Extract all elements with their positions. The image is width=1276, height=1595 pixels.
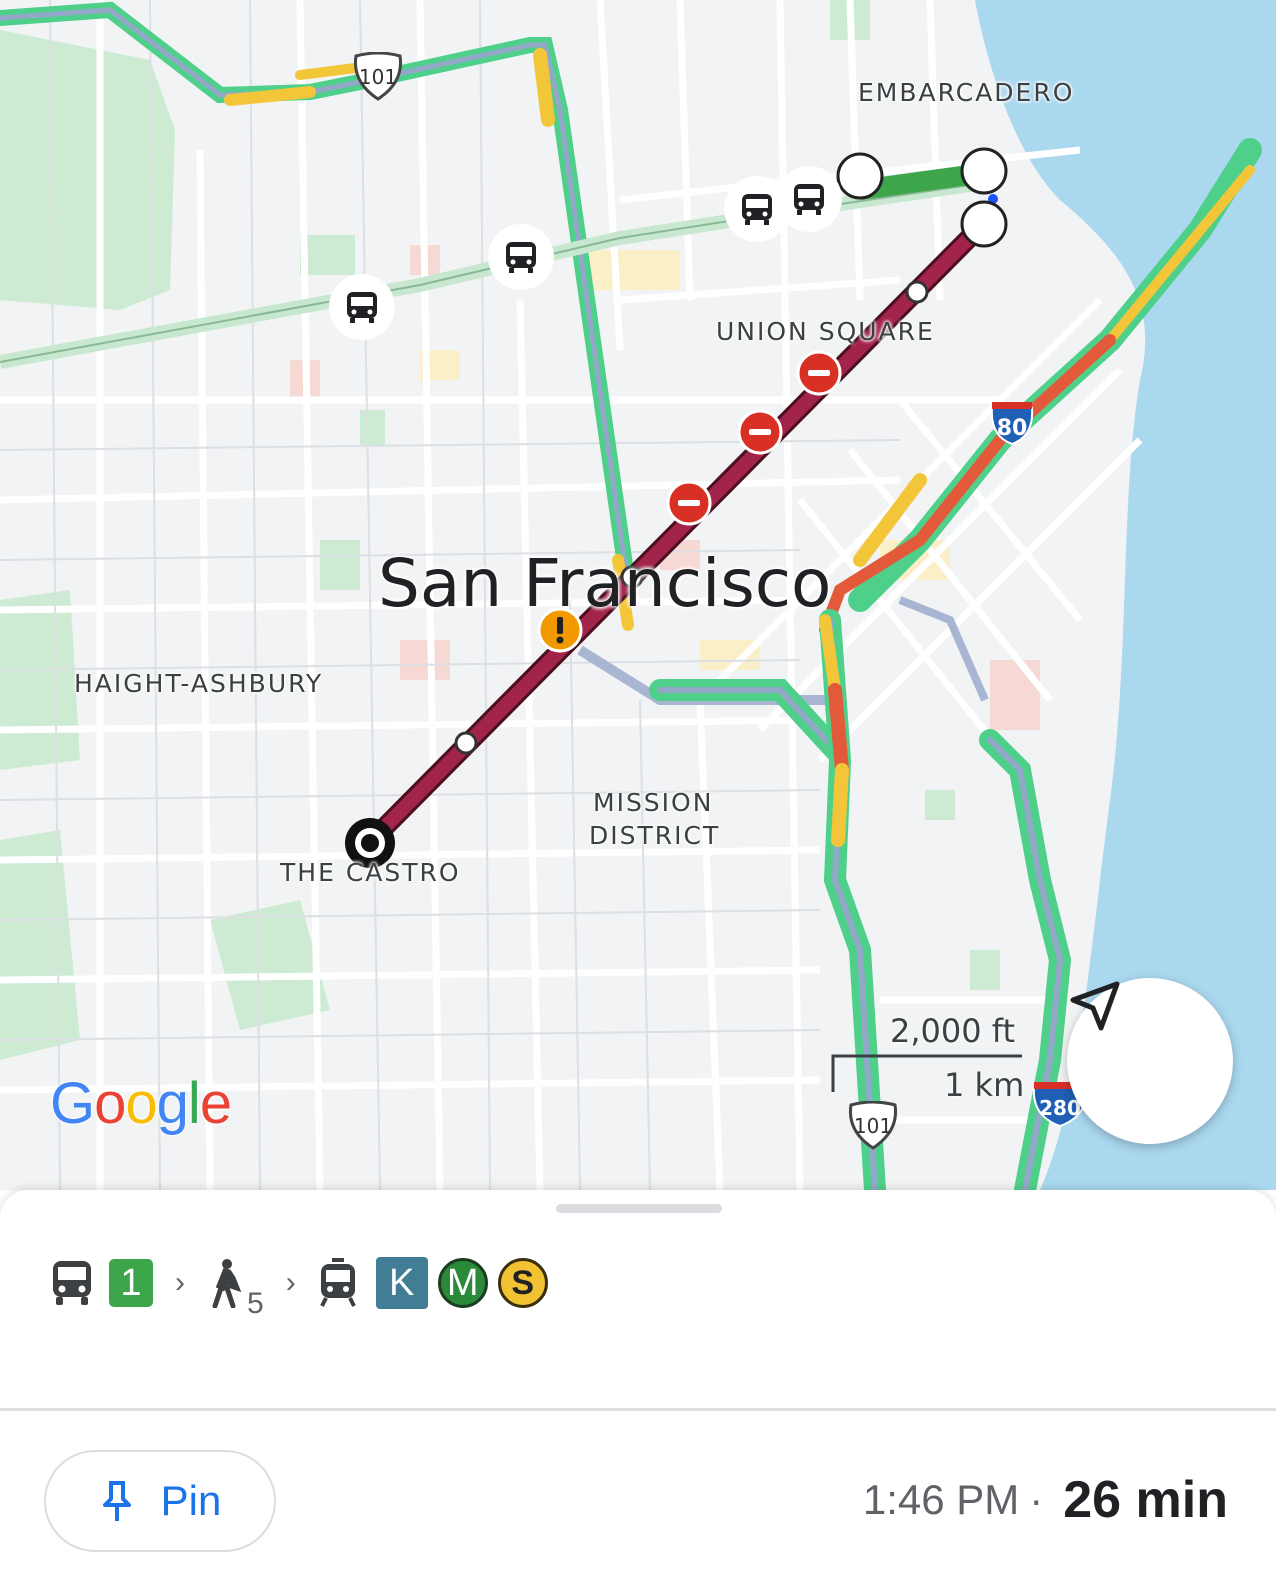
us101-shield: 101 <box>353 52 403 101</box>
map-view[interactable]: 101 80 101 280 EMBARCADERO UNION SQUARE … <box>0 0 1276 1190</box>
neighborhood-label-embarcadero: EMBARCADERO <box>858 78 1075 107</box>
no-entry-icon[interactable] <box>796 350 842 396</box>
no-entry-icon[interactable] <box>737 409 783 455</box>
us101-shield-south: 101 <box>848 1101 898 1150</box>
chevron-right-icon: › <box>285 1266 296 1299</box>
neighborhood-label-haight-ashbury: HAIGHT-ASHBURY <box>74 669 324 698</box>
tram-line-m-badge: M <box>437 1258 488 1308</box>
svg-text:80: 80 <box>997 416 1028 441</box>
route-bottom-sheet[interactable]: 1 › 5 › K M S Pin 1:46 PM · 26 min <box>0 1190 1276 1595</box>
arrival-time: 1:46 PM <box>862 1476 1020 1523</box>
separator: · <box>1029 1476 1044 1523</box>
i80-shield: 80 <box>990 402 1034 446</box>
pin-label: Pin <box>160 1477 222 1524</box>
svg-text:101: 101 <box>359 65 397 89</box>
chevron-right-icon: › <box>175 1266 185 1299</box>
sheet-drag-handle[interactable] <box>556 1204 722 1213</box>
neighborhood-label-mission-1: MISSION <box>593 788 714 817</box>
tram-icon <box>319 1258 356 1307</box>
bus-line-badge: 1 <box>109 1259 153 1307</box>
navigation-button[interactable] <box>1067 978 1233 1144</box>
svg-text:101: 101 <box>854 1114 892 1138</box>
pin-button[interactable]: Pin <box>44 1450 276 1552</box>
bus-stop-icon[interactable] <box>486 222 556 292</box>
neighborhood-label-mission-2: DISTRICT <box>589 821 721 850</box>
tram-line-k-badge: K <box>375 1257 428 1309</box>
divider <box>0 1408 1276 1411</box>
walk-icon <box>212 1259 242 1308</box>
pin-icon <box>102 1481 131 1521</box>
scale-imperial: 2,000 ft <box>890 1012 1016 1050</box>
bus-icon <box>53 1261 91 1305</box>
route-steps[interactable]: 1 › 5 › K M S <box>50 1253 548 1320</box>
walk-minutes: 5 <box>247 1287 264 1320</box>
navigation-arrow-icon <box>1070 981 1120 1031</box>
eta-summary: 1:46 PM · 26 min <box>863 1460 1228 1540</box>
neighborhood-label-the-castro: THE CASTRO <box>280 858 461 887</box>
trip-duration: 26 min <box>1063 1471 1228 1529</box>
svg-text:280: 280 <box>1039 1096 1081 1120</box>
google-logo: Google <box>50 1071 232 1136</box>
bus-stop-icon[interactable] <box>774 164 844 234</box>
no-entry-icon[interactable] <box>666 480 712 526</box>
city-label: San Francisco <box>378 545 832 622</box>
bus-stop-icon[interactable] <box>327 272 397 342</box>
scale-metric: 1 km <box>944 1066 1025 1104</box>
neighborhood-label-union-square: UNION SQUARE <box>716 317 935 346</box>
tram-line-s-badge: S <box>497 1258 548 1308</box>
